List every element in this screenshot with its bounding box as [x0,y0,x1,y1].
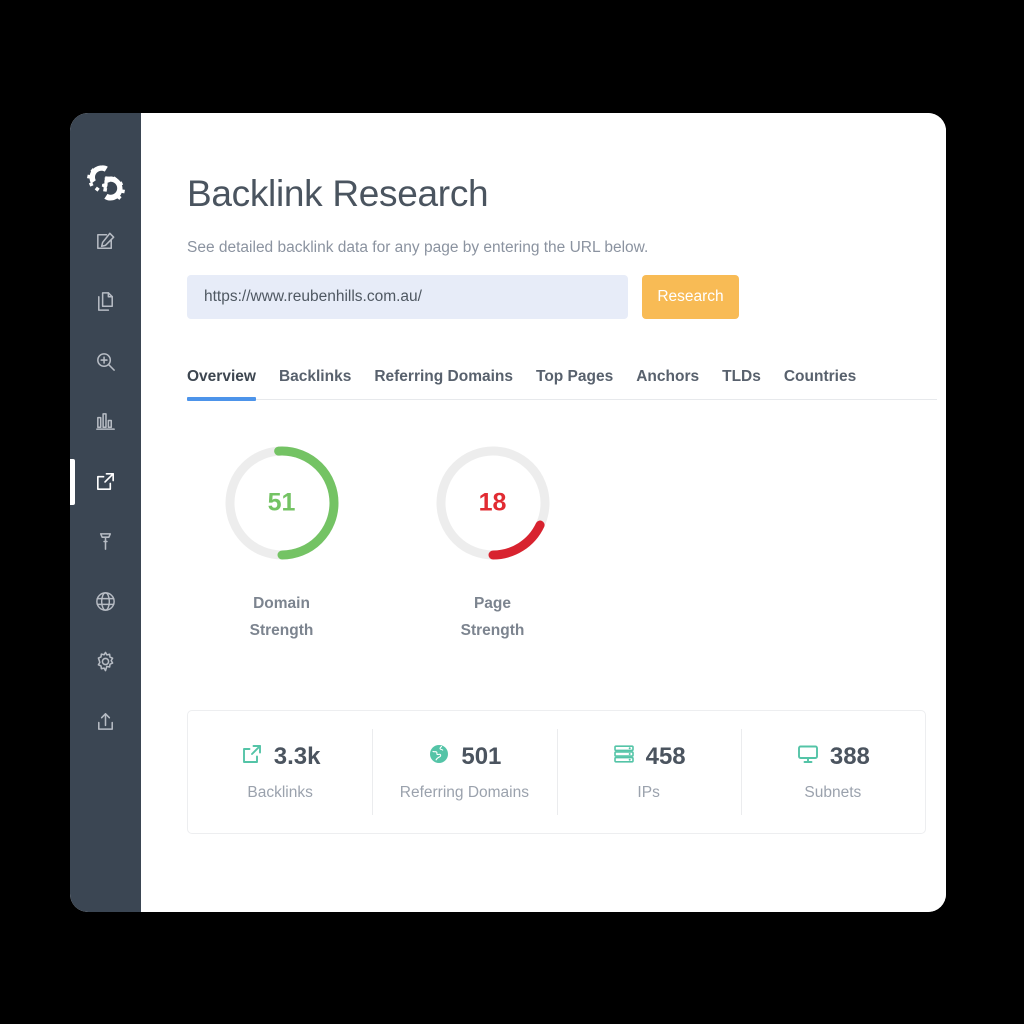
gauge-value-page: 18 [478,488,507,517]
stat-backlinks-top: 3.3k [240,742,321,771]
page-subtitle: See detailed backlink data for any page … [187,239,649,256]
stat-subnets-label: Subnets [804,784,862,801]
app-window: Backlink Research See detailed backlink … [70,113,946,912]
stat-backlinks: 3.3k Backlinks [188,711,372,833]
tab-backlinks[interactable]: Backlinks [279,368,351,399]
main-content: Backlink Research See detailed backlink … [141,113,946,912]
stat-referring-domains-top: 501 [427,742,501,771]
external-link-icon [240,742,264,771]
gauge-ring-domain: 51 [221,442,343,564]
gauge-label-page-line2: Strength [460,622,525,640]
sidebar-item-upload[interactable] [70,691,141,751]
url-input[interactable] [187,275,628,319]
sidebar-item-search[interactable] [70,331,141,391]
monitor-icon [796,742,820,771]
gauge-label-domain-line2: Strength [249,622,314,640]
stat-ips-top: 458 [612,742,686,771]
gauge-value-domain: 51 [267,488,296,517]
server-icon [612,742,636,771]
magnifier-plus-icon [94,350,117,373]
tab-tlds[interactable]: TLDs [722,368,761,399]
tab-referring-domains[interactable]: Referring Domains [374,368,513,399]
stat-backlinks-label: Backlinks [247,784,313,801]
stat-subnets-top: 388 [796,742,870,771]
gauge-label-page: Page Strength [461,590,525,644]
research-button[interactable]: Research [642,275,739,319]
hammer-tool-icon [94,530,117,553]
stat-referring-domains-label: Referring Domains [399,784,529,801]
stat-ips: 458 IPs [556,711,741,833]
page-title: Backlink Research [187,173,489,214]
gauge-label-domain: Domain Strength [250,590,314,644]
tab-anchors[interactable]: Anchors [636,368,699,399]
copy-documents-icon [94,290,117,313]
sidebar [70,113,141,912]
sidebar-item-reports[interactable] [70,391,141,451]
stat-ips-value: 458 [645,742,686,770]
external-link-icon [94,470,117,493]
stat-subnets: 388 Subnets [740,711,925,833]
stat-ips-label: IPs [637,784,660,801]
gauge-label-page-line1: Page [473,595,512,612]
upload-icon [94,710,117,733]
stat-referring-domains: 501 Referring Domains [372,711,556,833]
sidebar-item-global[interactable] [70,571,141,631]
sidebar-item-settings[interactable] [70,631,141,691]
gauge-domain-strength: 51 Domain Strength [199,442,364,644]
gears-logo-icon[interactable] [79,157,133,211]
tab-countries[interactable]: Countries [784,368,856,399]
sidebar-item-backlinks[interactable] [70,451,141,511]
globe-icon [94,590,117,613]
tab-overview[interactable]: Overview [187,368,256,401]
gauge-page-strength: 18 Page Strength [410,442,575,644]
gear-settings-icon [94,650,117,673]
stat-backlinks-value: 3.3k [273,742,321,770]
search-row: Research [187,275,937,319]
stats-card: 3.3k Backlinks 501 Referring Domains 458… [187,710,926,834]
sidebar-item-documents[interactable] [70,271,141,331]
globe-icon [427,742,451,771]
tabs-bar: Overview Backlinks Referring Domains Top… [187,368,937,401]
stat-referring-domains-value: 501 [461,742,502,770]
bar-chart-icon [94,410,117,433]
gauge-label-domain-line1: Domain [253,595,310,612]
edit-square-icon [94,230,117,253]
stat-subnets-value: 388 [829,742,870,770]
gauge-ring-page: 18 [432,442,554,564]
tab-top-pages[interactable]: Top Pages [536,368,613,399]
strength-gauges: 51 Domain Strength 18 Page Strength [187,442,937,644]
sidebar-item-tools[interactable] [70,511,141,571]
sidebar-item-edit[interactable] [70,211,141,271]
